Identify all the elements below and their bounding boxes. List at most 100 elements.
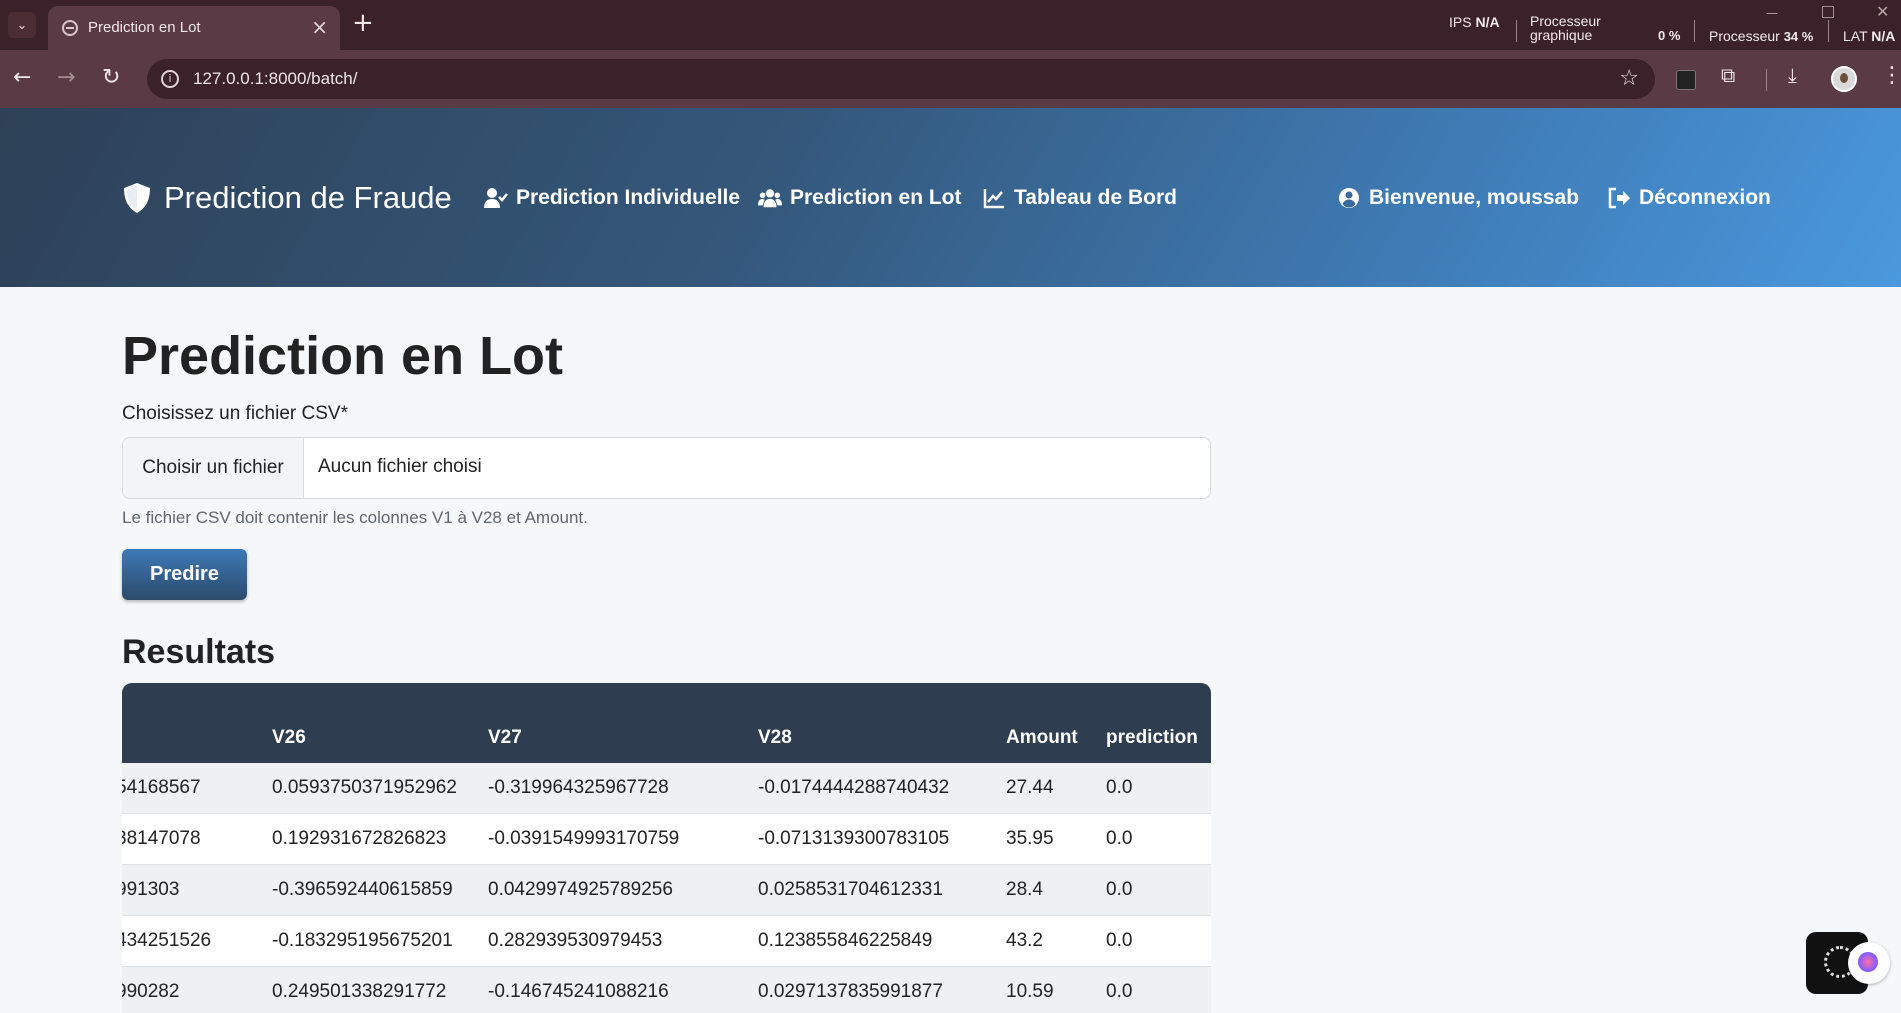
table-cell: -0.0174444288740432 [758, 777, 950, 798]
user-check-icon [484, 188, 508, 208]
table-cell: 991303 [122, 879, 180, 900]
download-icon[interactable]: ⤓ [1788, 63, 1797, 87]
table-row: 54168567 0.0593750371952962 -0.319964325… [122, 763, 1211, 814]
table-cell: -0.319964325967728 [488, 777, 669, 798]
table-cell: 0.0 [1106, 879, 1133, 900]
extension-icon[interactable] [1676, 70, 1696, 90]
table-cell: 28.4 [1006, 879, 1043, 900]
table-cell: -0.0713139300783105 [758, 828, 950, 849]
table-cell: 0.192931672826823 [272, 828, 447, 849]
perf-ips-label: IPS [1449, 14, 1472, 30]
tab-search-chevron-icon[interactable]: ⌄ [8, 12, 36, 38]
table-header: V26 V27 V28 Amount prediction [122, 683, 1211, 763]
column-header-v27: V27 [488, 727, 522, 748]
minimize-window-icon[interactable]: — [1766, 6, 1778, 20]
maximize-window-icon[interactable] [1822, 6, 1834, 18]
perf-cpu-label: Processeur [1709, 28, 1780, 44]
browser-tab[interactable]: Prediction en Lot × [48, 6, 340, 50]
perf-gpu-value: 0 % [1658, 28, 1680, 43]
brand-title: Prediction de Fraude [164, 180, 452, 215]
perf-gpu-value-text: 0 % [1658, 28, 1681, 43]
nav-user-welcome[interactable]: Bienvenue, moussab [1337, 186, 1579, 210]
perf-lat-value: N/A [1871, 28, 1896, 44]
perf-divider [1828, 20, 1829, 42]
nav-batch-prediction[interactable]: Prediction en Lot [758, 186, 962, 210]
globe-icon [62, 20, 78, 36]
perf-ips-value: N/A [1475, 14, 1500, 30]
table-cell: 0.0 [1106, 930, 1133, 951]
column-header-v26: V26 [272, 727, 306, 748]
table-cell: -0.0391549993170759 [488, 828, 680, 849]
column-header-prediction: prediction [1106, 727, 1198, 748]
sign-out-icon [1608, 187, 1630, 209]
table-cell: -0.146745241088216 [488, 981, 669, 1002]
table-cell: 43.2 [1006, 930, 1043, 951]
table-cell: 0.0429974925789256 [488, 879, 673, 900]
browser-toolbar: ← → ↻ i 127.0.0.1:8000/batch/ ☆ ⧉ ⤓ ⋮ [0, 50, 1901, 108]
profile-avatar[interactable] [1831, 66, 1857, 92]
nav-dashboard[interactable]: Tableau de Bord [982, 186, 1177, 210]
site-navbar: Prediction de Fraude Prediction Individu… [0, 108, 1901, 287]
nav-individual-label: Prediction Individuelle [516, 186, 741, 209]
file-help-text: Le fichier CSV doit contenir les colonne… [122, 508, 588, 527]
table-cell: 38147078 [122, 828, 201, 849]
close-window-icon[interactable]: ✕ [1876, 2, 1889, 21]
table-row: 991303 -0.396592440615859 0.042997492578… [122, 865, 1211, 916]
column-header-amount: Amount [1006, 727, 1078, 748]
table-row: 990282 0.249501338291772 -0.146745241088… [122, 967, 1211, 1013]
nav-welcome-label: Bienvenue, moussab [1369, 186, 1580, 209]
table-cell: 0.0 [1106, 981, 1133, 1002]
choose-file-button[interactable]: Choisir un fichier [123, 438, 304, 498]
brand-link[interactable]: Prediction de Fraude [122, 180, 452, 216]
nav-batch-label: Prediction en Lot [790, 186, 962, 209]
close-tab-icon[interactable]: × [311, 15, 328, 39]
perf-gpu-label-line2: graphique [1530, 27, 1593, 43]
forward-arrow-icon[interactable]: → [57, 65, 75, 90]
nav-logout[interactable]: Déconnexion [1607, 186, 1771, 210]
perf-cpu: Processeur 34 % [1709, 28, 1813, 44]
results-title: Resultats [122, 633, 276, 671]
predict-button[interactable]: Predire [122, 549, 247, 600]
nav-individual-prediction[interactable]: Prediction Individuelle [484, 186, 740, 210]
table-cell: 0.249501338291772 [272, 981, 447, 1002]
table-cell: 0.0297137835991877 [758, 981, 943, 1002]
perf-ips: IPS N/A [1449, 14, 1500, 30]
table-cell: 35.95 [1006, 828, 1054, 849]
table-cell: 10.59 [1006, 981, 1054, 1002]
back-arrow-icon[interactable]: ← [13, 65, 31, 90]
line-chart-icon [983, 189, 1004, 209]
table-cell: 434251526 [122, 930, 212, 951]
new-tab-icon[interactable]: + [352, 8, 374, 38]
bookmark-star-icon[interactable]: ☆ [1619, 66, 1639, 91]
brain-icon[interactable] [1848, 942, 1890, 984]
reload-icon[interactable]: ↻ [102, 65, 120, 90]
nav-dashboard-label: Tableau de Bord [1014, 186, 1177, 209]
toolbar-divider [1766, 69, 1767, 91]
table-cell: 54168567 [122, 777, 201, 798]
table-row: 38147078 0.192931672826823 -0.0391549993… [122, 814, 1211, 865]
file-status-text: Aucun fichier choisi [318, 456, 482, 477]
page-title: Prediction en Lot [122, 326, 564, 386]
table-cell: 0.123855846225849 [758, 930, 933, 951]
tab-title: Prediction en Lot [88, 19, 201, 36]
table-cell: -0.183295195675201 [272, 930, 453, 951]
table-cell: 27.44 [1006, 777, 1054, 798]
table-cell: -0.396592440615859 [272, 879, 453, 900]
table-cell: 0.0 [1106, 777, 1133, 798]
table-row: 434251526 -0.183295195675201 0.282939530… [122, 916, 1211, 967]
table-cell: 990282 [122, 981, 180, 1002]
perf-divider [1516, 20, 1517, 42]
users-icon [758, 189, 782, 208]
site-info-icon[interactable]: i [161, 70, 179, 88]
user-circle-icon [1339, 188, 1359, 208]
file-input-label: Choisissez un fichier CSV* [122, 403, 348, 424]
extensions-puzzle-icon[interactable]: ⧉ [1721, 63, 1735, 87]
csv-file-input[interactable]: Choisir un fichier Aucun fichier choisi [122, 437, 1211, 499]
results-table[interactable]: V26 V27 V28 Amount prediction 54168567 0… [122, 683, 1211, 1013]
url-text[interactable]: 127.0.0.1:8000/batch/ [193, 69, 357, 89]
address-bar[interactable]: i 127.0.0.1:8000/batch/ ☆ [147, 59, 1655, 99]
shield-icon [124, 183, 150, 213]
table-cell: 0.0593750371952962 [272, 777, 457, 798]
browser-menu-icon[interactable]: ⋮ [1881, 63, 1901, 88]
perf-lat-label: LAT [1843, 28, 1868, 44]
